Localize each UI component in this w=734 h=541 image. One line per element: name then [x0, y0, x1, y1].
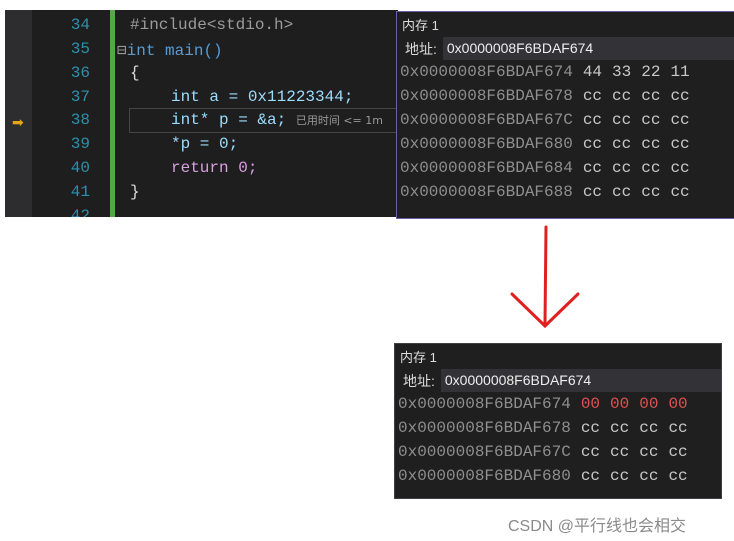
memory-row[interactable]: 0x0000008F6BDAF678 cc cc cc cc [395, 416, 721, 440]
memory-row[interactable]: 0x0000008F6BDAF67C cc cc cc cc [397, 108, 734, 132]
code-text: int* p = &a; [171, 111, 287, 129]
memory-address: 0x0000008F6BDAF674 [400, 63, 573, 81]
memory-address: 0x0000008F6BDAF688 [400, 183, 573, 201]
memory-byte[interactable]: cc [641, 135, 660, 153]
line-number: 40 [70, 159, 90, 177]
memory-byte[interactable]: cc [583, 183, 602, 201]
main-signature: int main() [126, 42, 223, 60]
address-input[interactable]: 0x0000008F6BDAF674 [440, 369, 721, 392]
memory-byte[interactable]: cc [612, 87, 631, 105]
line-number: 38 [70, 111, 90, 129]
address-label: 地址: [403, 372, 435, 389]
memory-window-after: 内存 1 地址: 0x0000008F6BDAF674 0x0000008F6BD… [394, 343, 722, 499]
line-number: 36 [70, 64, 90, 82]
memory-byte[interactable]: cc [670, 183, 689, 201]
watermark: CSDN @平行线也会相交 [508, 518, 687, 535]
memory-byte[interactable]: 44 [583, 63, 602, 81]
memory-byte[interactable]: cc [641, 159, 660, 177]
memory-byte[interactable]: 00 [581, 395, 600, 413]
memory-byte[interactable]: cc [612, 111, 631, 129]
line-number: 41 [70, 183, 90, 201]
memory-byte[interactable]: 00 [639, 395, 658, 413]
current-statement-arrow-icon: ➡ [12, 114, 24, 130]
line-number: 42 [70, 207, 90, 217]
code-line[interactable]: } [130, 183, 140, 201]
memory-rows: 0x0000008F6BDAF674 44 33 22 11 0x0000008F6BDA… [397, 60, 734, 204]
memory-byte[interactable]: cc [581, 419, 600, 437]
memory-rows: 0x0000008F6BDAF674 00 00 00 00 0x0000008F6BDA… [395, 392, 721, 488]
memory-byte[interactable]: cc [668, 443, 687, 461]
memory-byte[interactable]: cc [612, 159, 631, 177]
code-line[interactable]: return 0; [171, 159, 257, 177]
collapse-icon[interactable]: ⊟ [117, 42, 127, 60]
memory-byte[interactable]: cc [641, 111, 660, 129]
memory-row[interactable]: 0x0000008F6BDAF688 cc cc cc cc [397, 180, 734, 204]
address-bar: 地址: 0x0000008F6BDAF674 [395, 369, 721, 392]
memory-row[interactable]: 0x0000008F6BDAF678 cc cc cc cc [397, 84, 734, 108]
line-number: 34 [70, 16, 90, 34]
address-input[interactable]: 0x0000008F6BDAF674 [442, 37, 734, 60]
change-tracking-bar [110, 10, 115, 217]
memory-address: 0x0000008F6BDAF67C [398, 443, 571, 461]
memory-byte[interactable]: cc [583, 135, 602, 153]
memory-window-title: 内存 1 [400, 350, 437, 365]
memory-byte[interactable]: cc [581, 467, 600, 485]
memory-byte[interactable]: cc [583, 159, 602, 177]
memory-row[interactable]: 0x0000008F6BDAF67C cc cc cc cc [395, 440, 721, 464]
code-line[interactable]: *p = 0; [171, 135, 238, 153]
memory-address: 0x0000008F6BDAF684 [400, 159, 573, 177]
memory-byte[interactable]: cc [670, 159, 689, 177]
memory-byte[interactable]: cc [612, 183, 631, 201]
memory-address: 0x0000008F6BDAF678 [400, 87, 573, 105]
memory-byte[interactable]: cc [610, 467, 629, 485]
memory-byte[interactable]: cc [670, 111, 689, 129]
memory-address: 0x0000008F6BDAF680 [400, 135, 573, 153]
memory-byte[interactable]: cc [583, 111, 602, 129]
memory-byte[interactable]: cc [641, 183, 660, 201]
memory-address: 0x0000008F6BDAF67C [400, 111, 573, 129]
memory-byte[interactable]: cc [668, 467, 687, 485]
code-line[interactable]: #include<stdio.h> [130, 16, 293, 34]
memory-byte[interactable]: cc [612, 135, 631, 153]
memory-window-title: 内存 1 [402, 18, 439, 33]
memory-row[interactable]: 0x0000008F6BDAF684 cc cc cc cc [397, 156, 734, 180]
perf-tip: 已用时间 <= 1m [295, 114, 383, 127]
memory-byte[interactable]: cc [641, 87, 660, 105]
memory-address: 0x0000008F6BDAF680 [398, 467, 571, 485]
memory-byte[interactable]: cc [610, 443, 629, 461]
memory-row[interactable]: 0x0000008F6BDAF674 44 33 22 11 [397, 60, 734, 84]
line-number: 35 [70, 40, 90, 58]
code-line[interactable]: { [130, 64, 140, 82]
memory-byte[interactable]: cc [581, 443, 600, 461]
down-arrow-annotation [510, 225, 580, 329]
memory-byte[interactable]: cc [670, 135, 689, 153]
memory-row[interactable]: 0x0000008F6BDAF680 cc cc cc cc [395, 464, 721, 488]
memory-address: 0x0000008F6BDAF678 [398, 419, 571, 437]
line-number: 37 [70, 88, 90, 106]
memory-byte[interactable]: 00 [668, 395, 687, 413]
memory-byte[interactable]: 33 [612, 63, 631, 81]
address-label: 地址: [405, 40, 437, 57]
memory-byte[interactable]: cc [583, 87, 602, 105]
code-editor: ➡ 34 35 36 37 38 39 40 41 42 #include<st… [5, 10, 398, 217]
include-directive: #include<stdio.h> [130, 16, 294, 34]
memory-byte[interactable]: cc [639, 467, 658, 485]
memory-address: 0x0000008F6BDAF674 [398, 395, 571, 413]
memory-byte[interactable]: cc [670, 87, 689, 105]
memory-row[interactable]: 0x0000008F6BDAF680 cc cc cc cc [397, 132, 734, 156]
code-line[interactable]: int a = 0x11223344; [171, 88, 353, 106]
memory-byte[interactable]: 22 [641, 63, 660, 81]
memory-row[interactable]: 0x0000008F6BDAF674 00 00 00 00 [395, 392, 721, 416]
memory-byte[interactable]: cc [639, 419, 658, 437]
memory-byte[interactable]: cc [639, 443, 658, 461]
memory-byte[interactable]: cc [610, 419, 629, 437]
memory-byte[interactable]: 00 [610, 395, 629, 413]
code-line[interactable]: ⊟int main() [117, 40, 223, 60]
line-number: 39 [70, 135, 90, 153]
address-bar: 地址: 0x0000008F6BDAF674 [397, 37, 734, 60]
memory-byte[interactable]: 11 [670, 63, 689, 81]
code-line[interactable]: int* p = &a; 已用时间 <= 1m [171, 111, 383, 129]
memory-window-before: 内存 1 地址: 0x0000008F6BDAF674 0x0000008F6BD… [396, 11, 734, 219]
memory-byte[interactable]: cc [668, 419, 687, 437]
